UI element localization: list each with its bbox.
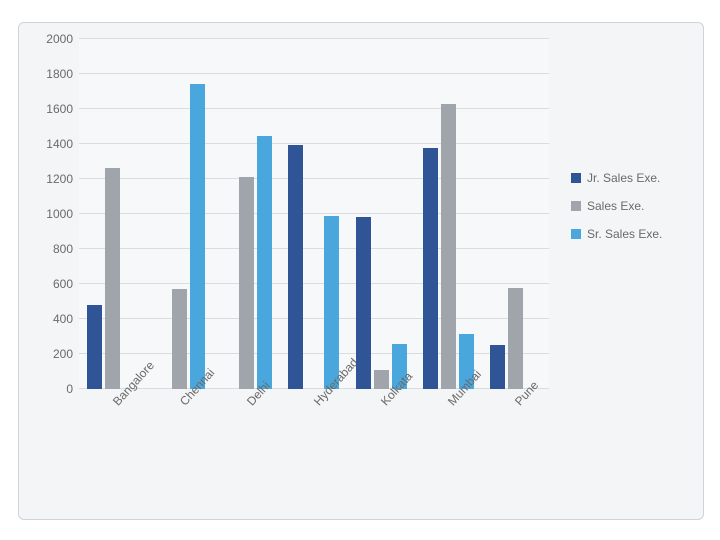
y-tick-label: 1400 xyxy=(46,137,79,151)
legend-swatch-icon xyxy=(571,229,581,239)
bar xyxy=(105,168,120,389)
y-tick-label: 800 xyxy=(53,242,79,256)
bar-group: Bangalore xyxy=(79,39,146,389)
legend-swatch-icon xyxy=(571,173,581,183)
legend-item-2: Sr. Sales Exe. xyxy=(571,227,699,241)
bar xyxy=(172,289,187,389)
bar xyxy=(190,84,205,389)
chart-container: 0 200 400 600 800 1000 1200 1400 1600 1800 2000 Ba… xyxy=(18,22,704,520)
legend-label: Jr. Sales Exe. xyxy=(587,171,660,185)
plot-area: 0200400600800100012001400160018002000 Ba… xyxy=(79,39,549,389)
legend-item-0: Jr. Sales Exe. xyxy=(571,171,699,185)
bar-group: Kolkata xyxy=(348,39,415,389)
bar xyxy=(374,370,389,389)
bar xyxy=(324,216,339,389)
legend: Jr. Sales Exe. Sales Exe. Sr. Sales Exe. xyxy=(571,157,699,255)
bar xyxy=(87,305,102,389)
bar xyxy=(239,177,254,389)
y-tick-label: 0 xyxy=(66,382,79,396)
bar-group: Pune xyxy=(482,39,549,389)
y-tick-label: 1200 xyxy=(46,172,79,186)
y-tick-label: 600 xyxy=(53,277,79,291)
bar xyxy=(356,217,371,389)
bar xyxy=(423,148,438,390)
bar-group: Mumbai xyxy=(415,39,482,389)
legend-label: Sales Exe. xyxy=(587,199,644,213)
y-tick-label: 400 xyxy=(53,312,79,326)
bar xyxy=(257,136,272,389)
bar xyxy=(441,104,456,389)
y-tick-label: 2000 xyxy=(46,32,79,46)
bar-groups: BangaloreChennaiDelhiHyderabadKolkataMum… xyxy=(79,39,549,389)
legend-swatch-icon xyxy=(571,201,581,211)
y-tick-label: 1000 xyxy=(46,207,79,221)
legend-item-1: Sales Exe. xyxy=(571,199,699,213)
bar-group: Chennai xyxy=(146,39,213,389)
bar xyxy=(288,145,303,389)
bar-group: Delhi xyxy=(213,39,280,389)
bar xyxy=(508,288,523,390)
legend-label: Sr. Sales Exe. xyxy=(587,227,662,241)
y-tick-label: 1800 xyxy=(46,67,79,81)
bar-group: Hyderabad xyxy=(280,39,347,389)
bar xyxy=(490,345,505,389)
y-tick-label: 200 xyxy=(53,347,79,361)
y-tick-label: 1600 xyxy=(46,102,79,116)
